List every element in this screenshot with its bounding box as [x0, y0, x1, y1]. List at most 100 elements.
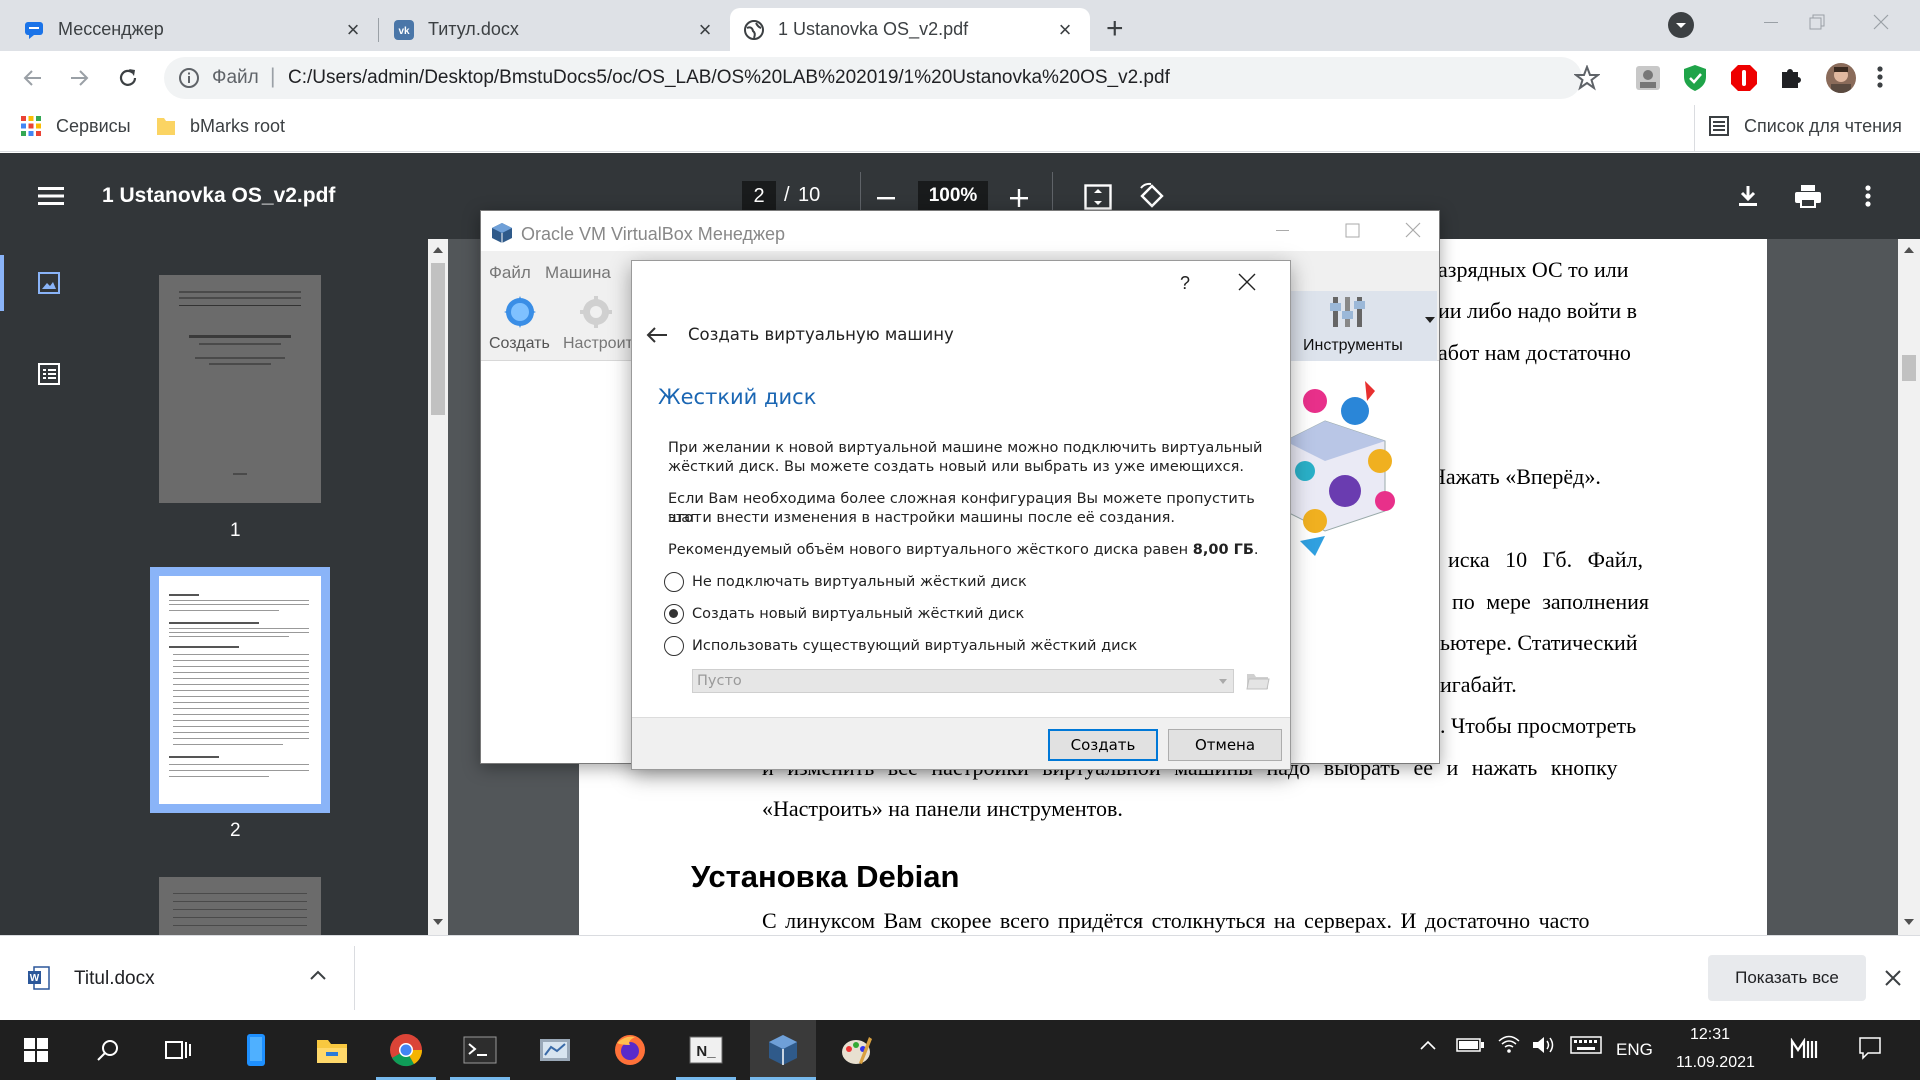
vbox-menu-file[interactable]: Файл [489, 263, 531, 283]
page-text-line: азрядных ОС то или [1438, 257, 1629, 282]
url-text[interactable]: C:/Users/admin/Desktop/BmstuDocs5/oc/OS_… [288, 67, 1170, 89]
vbox-minimize-icon[interactable] [1257, 215, 1307, 245]
show-all-button[interactable]: Показать все [1708, 955, 1866, 1001]
vbox-menu-machine[interactable]: Машина [545, 263, 611, 283]
tray-chevron-up-icon[interactable] [1420, 1040, 1436, 1050]
close-tab-icon[interactable]: × [342, 17, 364, 43]
sidebar-scroll-thumb[interactable] [431, 263, 445, 415]
close-tab-icon[interactable]: × [1054, 17, 1076, 43]
page-thumbnail-selected[interactable] [150, 567, 330, 813]
print-icon[interactable] [1794, 184, 1822, 208]
forward-arrow-icon[interactable] [62, 60, 98, 96]
radio-no-disk[interactable] [664, 572, 684, 592]
action-center-icon[interactable] [1858, 1036, 1882, 1060]
fit-page-icon[interactable] [1084, 184, 1112, 210]
vbox-settings-button[interactable]: Настроить [563, 291, 641, 357]
radio-create-disk[interactable] [664, 604, 684, 624]
back-arrow-icon[interactable] [14, 60, 50, 96]
page-text-line: по мере заполнения [1452, 589, 1650, 614]
file-explorer-icon[interactable] [302, 1020, 362, 1080]
radio-label[interactable]: Использовать существующий виртуальный жё… [692, 637, 1137, 656]
page-scroll-thumb[interactable] [1902, 355, 1916, 381]
vbox-close-icon[interactable] [1387, 215, 1437, 245]
virtualbox-taskbar-icon[interactable] [750, 1020, 816, 1080]
clock-time[interactable]: 12:31 [1690, 1026, 1730, 1044]
tab-titul[interactable]: vk Титул.docx × [380, 8, 730, 51]
page-scrollbar[interactable] [1898, 239, 1920, 935]
close-tab-icon[interactable]: × [694, 17, 716, 43]
address-separator: | [270, 65, 276, 88]
radio-label[interactable]: Создать новый виртуальный жёсткий диск [692, 605, 1024, 624]
help-button[interactable]: ? [1180, 273, 1190, 294]
outline-icon[interactable] [38, 363, 60, 385]
new-tab-button[interactable]: + [1106, 12, 1124, 46]
bookmark-services[interactable]: Сервисы [20, 115, 131, 137]
app-tray-icon[interactable] [1790, 1038, 1818, 1060]
download-filename[interactable]: Titul.docx [74, 968, 155, 990]
thumbnail-label: 1 [230, 520, 241, 541]
existing-disk-combobox[interactable]: Пусто [692, 669, 1234, 693]
radio-label[interactable]: Не подключать виртуальный жёсткий диск [692, 573, 1027, 592]
extension-profile-icon[interactable] [1634, 64, 1662, 92]
extensions-puzzle-icon[interactable] [1778, 64, 1804, 90]
chevron-up-icon[interactable] [310, 970, 326, 980]
tab-pdf[interactable]: 1 Ustanovka OS_v2.pdf × [730, 8, 1090, 51]
tab-search-icon[interactable] [1668, 12, 1694, 38]
restore-window-icon[interactable] [1786, 0, 1848, 44]
firefox-icon[interactable] [600, 1020, 660, 1080]
zoom-in-icon[interactable] [1008, 187, 1030, 209]
page-text-line: С линуксом Вам скорее всего придётся сто… [762, 908, 1590, 933]
search-icon[interactable] [78, 1020, 138, 1080]
browser-menu-icon[interactable] [1876, 64, 1884, 90]
zoom-out-icon[interactable] [875, 187, 897, 209]
terminal-icon[interactable] [450, 1020, 510, 1080]
phone-app-icon[interactable] [226, 1020, 286, 1080]
chrome-icon[interactable] [376, 1020, 436, 1080]
zoom-input[interactable]: 100% [918, 181, 988, 211]
choose-disk-folder-icon[interactable] [1246, 669, 1270, 691]
page-thumbnail[interactable] [159, 275, 321, 503]
download-icon[interactable] [1736, 184, 1760, 208]
shield-extension-icon[interactable] [1682, 64, 1708, 92]
radio-existing-disk[interactable] [664, 636, 684, 656]
wifi-icon[interactable] [1498, 1034, 1520, 1054]
create-button[interactable]: Создать [1048, 729, 1158, 761]
profile-avatar[interactable] [1826, 63, 1856, 93]
reload-icon[interactable] [110, 60, 146, 96]
page-thumbnail[interactable] [159, 877, 321, 935]
dialog-close-icon[interactable] [1238, 273, 1256, 291]
page-number-input[interactable]: 2 [742, 181, 776, 211]
sidebar-scrollbar[interactable] [428, 239, 448, 935]
sidebar-menu-icon[interactable] [38, 186, 64, 206]
reading-list-button[interactable]: Список для чтения [1708, 115, 1902, 137]
cancel-button[interactable]: Отмена [1168, 729, 1282, 761]
close-window-icon[interactable] [1850, 0, 1912, 44]
dropdown-arrow-icon[interactable] [1425, 317, 1435, 323]
tab-messenger[interactable]: Мессенджер × [10, 8, 378, 51]
thumbnails-icon[interactable] [38, 272, 60, 294]
battery-icon[interactable] [1456, 1038, 1484, 1052]
bookmark-bmarks-root[interactable]: bMarks root [156, 115, 285, 137]
pdf-more-icon[interactable] [1864, 184, 1872, 208]
bookmark-star-icon[interactable] [1574, 65, 1600, 91]
page-heading: Установка Debian [691, 859, 960, 894]
info-icon[interactable] [178, 67, 200, 89]
language-indicator[interactable]: ENG [1616, 1040, 1653, 1060]
paint-app-icon[interactable] [826, 1020, 886, 1080]
apps-grid-icon [20, 115, 42, 137]
network-app-icon[interactable] [526, 1020, 586, 1080]
touch-keyboard-icon[interactable] [1570, 1036, 1602, 1054]
clock-date[interactable]: 11.09.2021 [1676, 1054, 1755, 1072]
vbox-tools-button[interactable]: Инструменты [1291, 291, 1437, 361]
windows-start-icon[interactable] [6, 1020, 66, 1080]
close-shelf-icon[interactable] [1885, 970, 1901, 986]
notepad-plus-icon[interactable]: N_ [676, 1020, 736, 1080]
task-view-icon[interactable] [148, 1020, 208, 1080]
vbox-create-button[interactable]: Создать [489, 291, 550, 357]
vbox-tools-label: Инструменты [1303, 337, 1403, 354]
rotate-icon[interactable] [1138, 182, 1166, 210]
vbox-maximize-icon[interactable] [1327, 215, 1377, 245]
back-arrow-icon[interactable] [646, 327, 668, 343]
adblock-extension-icon[interactable] [1730, 64, 1758, 92]
volume-icon[interactable] [1532, 1035, 1556, 1055]
